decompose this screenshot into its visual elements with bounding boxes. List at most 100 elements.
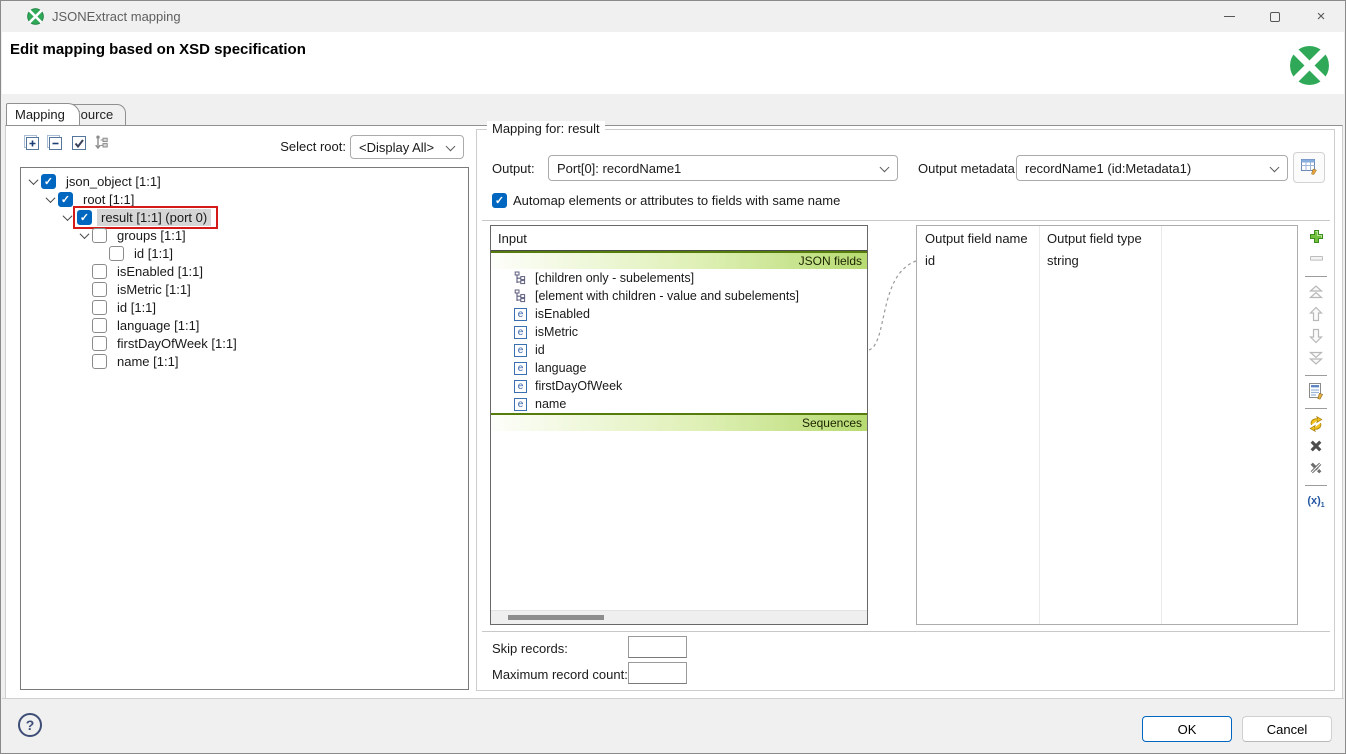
tree-item-checkbox[interactable] xyxy=(92,336,107,351)
output-fields-table[interactable]: Output field nameOutput field type idstr… xyxy=(916,225,1298,625)
skip-records-input[interactable] xyxy=(628,636,687,658)
tree-item-checkbox[interactable] xyxy=(92,282,107,297)
select-root-combo[interactable]: <Display All> xyxy=(350,135,464,159)
horizontal-scrollbar[interactable] xyxy=(491,610,867,624)
chevron-down-icon xyxy=(1270,162,1280,172)
cancel-button[interactable]: Cancel xyxy=(1242,716,1332,742)
tree-item[interactable]: id [1:1] xyxy=(21,244,468,262)
tree-item[interactable]: isMetric [1:1] xyxy=(21,280,468,298)
input-field-label: language xyxy=(535,361,586,375)
element-icon: e xyxy=(513,326,528,339)
xml-structure-tree[interactable]: ✓json_object [1:1]✓root [1:1]✓result [1:… xyxy=(20,167,469,690)
clear-all-mappings-button[interactable] xyxy=(1303,458,1329,480)
tree-item[interactable]: id [1:1] xyxy=(21,298,468,316)
expand-all-button[interactable] xyxy=(22,134,43,155)
add-field-button[interactable] xyxy=(1303,227,1329,249)
tree-item[interactable]: firstDayOfWeek [1:1] xyxy=(21,334,468,352)
maximize-button[interactable] xyxy=(1252,1,1298,32)
move-up-button xyxy=(1303,304,1329,326)
tree-item-checkbox[interactable] xyxy=(92,318,107,333)
tree-item-checkbox[interactable]: ✓ xyxy=(41,174,56,189)
automap-checkbox[interactable]: ✓ xyxy=(492,193,507,208)
clover-logo-icon xyxy=(1289,45,1330,89)
page-title: Edit mapping based on XSD specification xyxy=(10,41,306,58)
tab-bar: Mapping Source xyxy=(2,94,1344,125)
tab-mapping[interactable]: Mapping xyxy=(6,103,80,125)
collapse-all-button[interactable] xyxy=(45,134,66,155)
ok-button[interactable]: OK xyxy=(1142,716,1232,742)
tree-order-button[interactable] xyxy=(91,134,112,155)
output-field-row[interactable]: idstring xyxy=(917,250,1297,271)
tree-order-icon xyxy=(93,134,111,155)
input-field-row[interactable]: [element with children - value and subel… xyxy=(491,287,867,305)
expand-all-icon xyxy=(23,134,42,156)
output-port-combo[interactable]: Port[0]: recordName1 xyxy=(548,155,898,181)
output-field-cell: id xyxy=(917,253,1039,268)
separator xyxy=(482,631,1330,632)
input-field-row[interactable]: eisEnabled xyxy=(491,305,867,323)
input-field-row[interactable]: eid xyxy=(491,341,867,359)
check-items-icon xyxy=(70,134,88,155)
clover-app-icon xyxy=(27,8,44,25)
tree-item[interactable]: language [1:1] xyxy=(21,316,468,334)
output-field-cell: string xyxy=(1039,253,1161,268)
output-metadata-combo[interactable]: recordName1 (id:Metadata1) xyxy=(1016,155,1288,181)
tree-item-checkbox[interactable] xyxy=(92,354,107,369)
mapping-group-label: Mapping for: result xyxy=(487,121,605,136)
tree-item-checkbox[interactable] xyxy=(92,228,107,243)
check-items-button[interactable] xyxy=(68,134,89,155)
tree-item[interactable]: name [1:1] xyxy=(21,352,468,370)
move-down-icon xyxy=(1307,327,1325,348)
element-icon: e xyxy=(513,362,528,375)
tree-item-label: json_object [1:1] xyxy=(62,173,165,190)
close-button[interactable]: × xyxy=(1298,1,1344,32)
max-record-count-input[interactable] xyxy=(628,662,687,684)
input-field-row[interactable]: e isMetric xyxy=(491,323,867,341)
automap-label: Automap elements or attributes to fields… xyxy=(513,193,840,208)
edit-metadata-list-button[interactable] xyxy=(1303,381,1329,403)
skip-records-label: Skip records: xyxy=(492,641,568,656)
input-field-label: name xyxy=(535,397,566,411)
chevron-expanded-icon[interactable] xyxy=(42,196,58,203)
tree-item-checkbox[interactable]: ✓ xyxy=(58,192,73,207)
dialog-header: Edit mapping based on XSD specification xyxy=(2,32,1344,94)
input-field-label: isMetric xyxy=(535,325,578,339)
mapping-group: Mapping for: result Output: Port[0]: rec… xyxy=(476,129,1335,691)
scrollbar-thumb[interactable] xyxy=(508,615,604,620)
tree-item[interactable]: groups [1:1] xyxy=(21,226,468,244)
element-icon: e xyxy=(513,344,528,357)
input-fields-table[interactable]: Input JSON fields[children only - subele… xyxy=(490,225,868,625)
input-field-row[interactable]: efirstDayOfWeek xyxy=(491,377,867,395)
tree-item-checkbox[interactable] xyxy=(109,246,124,261)
title-bar: JSONExtract mapping × xyxy=(1,1,1345,32)
tree-item-checkbox[interactable]: ✓ xyxy=(77,210,92,225)
button-bar: ? OK Cancel xyxy=(2,698,1344,752)
clear-all-mappings-icon xyxy=(1308,460,1324,479)
input-field-row[interactable]: e language xyxy=(491,359,867,377)
chevron-expanded-icon[interactable] xyxy=(25,178,41,185)
automap-button[interactable] xyxy=(1303,414,1329,436)
clear-mapping-button[interactable] xyxy=(1303,436,1329,458)
dialog-window: JSONExtract mapping × Edit mapping based… xyxy=(0,0,1346,754)
input-field-row[interactable]: ename xyxy=(491,395,867,413)
tree-item[interactable]: ✓ json_object [1:1] xyxy=(21,172,468,190)
input-field-row[interactable]: [children only - subelements] xyxy=(491,269,867,287)
tree-item-label: groups [1:1] xyxy=(113,227,190,244)
tree-item-checkbox[interactable] xyxy=(92,300,107,315)
output-metadata-value: recordName1 (id:Metadata1) xyxy=(1025,161,1191,176)
tree-item-checkbox[interactable] xyxy=(92,264,107,279)
edit-metadata-button[interactable] xyxy=(1293,152,1325,183)
output-label: Output: xyxy=(492,161,535,176)
tree-item[interactable]: isEnabled [1:1] xyxy=(21,262,468,280)
collapse-all-icon xyxy=(46,134,65,156)
chevron-expanded-icon[interactable] xyxy=(76,232,92,239)
window-title: JSONExtract mapping xyxy=(52,9,181,24)
output-column-header[interactable]: Output field name xyxy=(917,231,1039,246)
help-button[interactable]: ? xyxy=(18,713,42,737)
output-column-header[interactable]: Output field type xyxy=(1039,231,1161,246)
wildcard-mapping-button[interactable]: (x)1 xyxy=(1303,491,1329,513)
add-field-icon xyxy=(1308,228,1325,248)
tree-item[interactable]: ✓result [1:1] (port 0) xyxy=(21,208,468,226)
minimize-button[interactable] xyxy=(1206,1,1252,32)
subtree-icon xyxy=(513,289,528,303)
